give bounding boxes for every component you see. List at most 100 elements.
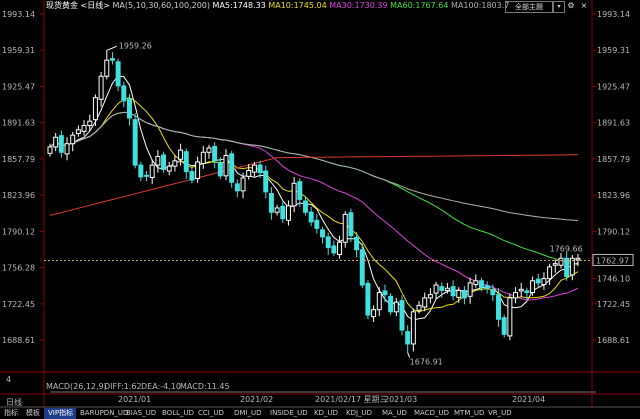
left-price-tick: 1959.31	[2, 46, 35, 55]
candle-body	[547, 266, 553, 280]
candle-body	[507, 297, 513, 337]
right-price-tick: 1790.12	[597, 227, 630, 236]
indicator-tab-ma-ud[interactable]: MA_UD	[378, 408, 410, 419]
indicator-tab--[interactable]: 指标	[0, 408, 22, 419]
indicator-tab-barupdn-ud[interactable]: BARUPDN_UD	[76, 408, 128, 419]
candle-body	[104, 59, 110, 77]
right-price-tick: 1823.96	[597, 191, 630, 200]
candle-body	[58, 135, 64, 153]
left-price-tick: 1688.61	[2, 336, 35, 345]
candle-body	[342, 213, 348, 243]
macd-left-value: 4	[6, 375, 11, 384]
time-label-mar: 2021/03	[384, 395, 417, 404]
candle-body	[234, 183, 240, 192]
right-price-tick: 1722.45	[597, 300, 630, 309]
candle-body	[314, 219, 320, 229]
recent-high-annotation: 1769.66	[550, 244, 583, 253]
candle-body	[308, 211, 314, 223]
candle-body	[564, 257, 570, 277]
candle-body	[501, 317, 507, 335]
candle-body	[427, 294, 433, 299]
candle-body	[433, 284, 439, 294]
candle-body	[178, 149, 184, 160]
candle-body	[92, 97, 98, 121]
candle-body	[132, 119, 138, 166]
theme-button[interactable]: 全部主題	[505, 1, 553, 13]
candle-body	[376, 292, 382, 311]
candle-body	[444, 287, 450, 291]
candle-body	[109, 58, 115, 61]
left-price-tick: 1722.45	[2, 300, 35, 309]
candle-body	[138, 164, 144, 178]
candle-body	[496, 294, 502, 320]
candle-body	[229, 153, 235, 183]
candle-body	[422, 297, 428, 308]
candle-body	[558, 257, 564, 266]
candle-body	[280, 205, 286, 220]
candle-body	[388, 295, 394, 313]
left-price-tick: 1857.79	[2, 155, 35, 164]
indicator-tab-vr-ud[interactable]: VR_UD	[484, 408, 514, 419]
candle-body	[331, 245, 337, 254]
candle-body	[53, 136, 59, 148]
indicator-tab-macd-ud[interactable]: MACD_UD	[410, 408, 450, 419]
theme-dropdown-icon[interactable]: ▾	[553, 1, 565, 13]
candle-body	[473, 280, 479, 286]
indicator-tab-cci-ud[interactable]: CCI_UD	[194, 408, 230, 419]
candle-body	[240, 177, 246, 192]
candle-body	[325, 236, 331, 249]
candle-body	[478, 280, 484, 288]
candle-body	[144, 174, 150, 177]
right-price-tick: 1959.31	[597, 46, 630, 55]
left-price-tick: 1891.63	[2, 119, 35, 128]
right-price-tick: 1688.61	[597, 336, 630, 345]
macd-value: MACD:11.45	[180, 382, 230, 391]
candle-body	[382, 290, 388, 296]
candle-body	[348, 212, 354, 237]
candle-body	[70, 134, 76, 145]
candle-body	[251, 164, 257, 173]
candle-body	[166, 165, 172, 172]
indicator-tab-dmi-ud[interactable]: DMI_UD	[230, 408, 266, 419]
close-icon[interactable]: ×	[579, 1, 589, 11]
chart-canvas[interactable]: 1993.14 1959.31 1925.47 1891.63 1857.79 1823.…	[0, 0, 640, 419]
candle-body	[200, 151, 206, 165]
candle-body	[484, 285, 490, 289]
macd-dea-value: DEA:-4.10	[141, 382, 181, 391]
left-price-tick: 1756.28	[2, 264, 35, 273]
candle-body	[223, 154, 229, 177]
candle-body	[320, 229, 326, 238]
left-price-tick: 1925.47	[2, 82, 35, 91]
candle-body	[365, 282, 371, 316]
indicator-tab-bias-ud[interactable]: BIAS_UD	[122, 408, 158, 419]
left-price-tick: 1823.96	[2, 191, 35, 200]
macd-label: MACD(26,12,9)	[46, 382, 107, 391]
indicator-tab-mtm-ud[interactable]: MTM_UD	[450, 408, 484, 419]
candle-body	[439, 286, 445, 291]
indicator-tab--[interactable]: 模板	[22, 408, 44, 419]
candle-body	[149, 164, 155, 178]
candle-body	[81, 125, 87, 132]
ma60-value: MA60:1767.64	[390, 1, 449, 10]
candle-body	[359, 249, 365, 286]
candle-body	[524, 290, 530, 294]
price-tick-group: 1993.14 1959.31 1925.47 1891.63 1857.79 1823.…	[2, 10, 630, 345]
candle-body	[461, 289, 467, 299]
candle-body	[268, 192, 274, 213]
indicator-tab-boll-ud[interactable]: BOLL_UD	[158, 408, 194, 419]
indicator-tab-kd-ud[interactable]: KD_UD	[310, 408, 342, 419]
candle-body	[161, 154, 167, 170]
ma10-value: MA10:1745.04	[268, 1, 327, 10]
period-label[interactable]: <日线>	[81, 1, 110, 10]
candle-body	[274, 207, 280, 213]
candle-body	[257, 164, 263, 174]
ma100-value: MA100:1803.7	[451, 1, 510, 10]
indicator-tab-inside-ud[interactable]: INSIDE_UD	[266, 408, 310, 419]
instrument-name[interactable]: 现货黄金	[46, 1, 78, 10]
settings-icon[interactable]: ⚙	[566, 1, 576, 11]
indicator-tab-vip-[interactable]: VIP指标	[44, 408, 76, 419]
ma10-line	[49, 97, 579, 313]
period-side-label[interactable]: 日线	[6, 397, 22, 407]
indicator-tab-kdj-ud[interactable]: KDJ_UD	[342, 408, 378, 419]
right-price-tick: 1891.63	[597, 119, 630, 128]
